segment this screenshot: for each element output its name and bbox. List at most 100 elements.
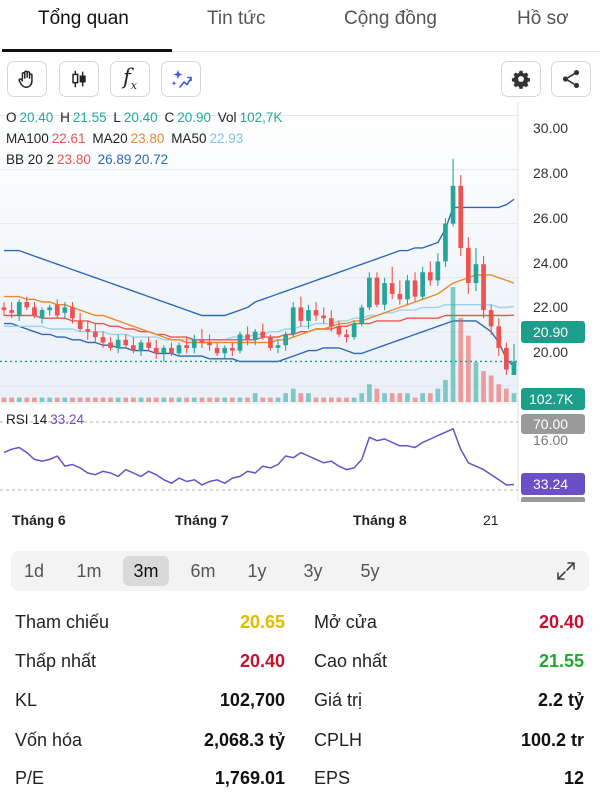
volume-bar bbox=[359, 393, 365, 402]
candle-body bbox=[93, 331, 98, 338]
tab-cong-dong[interactable]: Cộng đồng bbox=[344, 8, 437, 30]
volume-bar bbox=[473, 362, 479, 402]
stat-value-tham-chieu: 20.65 bbox=[239, 612, 285, 632]
function-icon: fx bbox=[123, 64, 137, 93]
candle-body bbox=[313, 310, 319, 316]
range-1y-button[interactable]: 1y bbox=[239, 556, 275, 586]
candle-body bbox=[230, 347, 235, 351]
ai-analysis-button[interactable] bbox=[161, 61, 201, 97]
range-5y-button[interactable]: 5y bbox=[351, 556, 389, 586]
candle-body bbox=[39, 310, 45, 319]
volume-bar bbox=[85, 397, 91, 402]
candle-body bbox=[237, 334, 243, 351]
share-button[interactable] bbox=[551, 61, 591, 97]
candle-body bbox=[283, 334, 288, 346]
stat-value-thap-nhat: 20.40 bbox=[239, 651, 285, 671]
volume-bar bbox=[488, 375, 494, 402]
volume-bar bbox=[24, 397, 30, 402]
tab-tong-quan[interactable]: Tổng quan bbox=[38, 8, 129, 30]
rsi-tick-70: 70.00 bbox=[533, 416, 568, 432]
price-chart[interactable]: 30.00 28.00 26.00 24.00 22.00 20.00 20.9… bbox=[0, 102, 600, 505]
volume-bar bbox=[146, 397, 151, 402]
month-label-august: Tháng 8 bbox=[353, 512, 407, 528]
candle-body bbox=[397, 293, 403, 300]
volume-bar bbox=[115, 397, 121, 402]
candle-body bbox=[298, 307, 304, 321]
ai-sparkle-icon bbox=[171, 70, 192, 88]
volume-bar bbox=[504, 388, 509, 402]
candle-body bbox=[382, 283, 387, 305]
volume-bar bbox=[237, 397, 243, 402]
candle-body bbox=[9, 310, 14, 313]
drawing-tool-button[interactable] bbox=[7, 61, 47, 97]
tab-ho-so[interactable]: Hồ sơ bbox=[517, 8, 569, 30]
stat-value-cao-nhat: 21.55 bbox=[538, 651, 584, 671]
price-pane-background bbox=[0, 102, 518, 402]
candle-body bbox=[359, 307, 365, 324]
price-tick: 26.00 bbox=[533, 210, 568, 226]
tab-tin-tuc[interactable]: Tin tức bbox=[207, 8, 265, 30]
stat-label-cao-nhat: Cao nhất bbox=[314, 651, 388, 671]
volume-bar bbox=[435, 388, 441, 402]
price-tick: 22.00 bbox=[533, 299, 568, 315]
stat-value-gia-tri: 2.2 tỷ bbox=[537, 690, 584, 710]
volume-bar bbox=[1, 397, 7, 402]
volume-bar bbox=[70, 397, 75, 402]
volume-bar bbox=[496, 384, 502, 402]
volume-bar bbox=[351, 397, 357, 402]
hand-icon bbox=[18, 70, 33, 88]
candle-body bbox=[161, 347, 167, 354]
candle-body bbox=[115, 339, 121, 348]
stat-label-pe: P/E bbox=[15, 768, 45, 788]
volume-bar bbox=[245, 397, 250, 402]
candle-body bbox=[481, 264, 486, 311]
gear-icon bbox=[511, 70, 530, 89]
volume-bar bbox=[329, 397, 334, 402]
rsi-30-badge-partial bbox=[521, 497, 585, 505]
volume-bar bbox=[214, 397, 220, 402]
volume-value: 102.7K bbox=[529, 391, 574, 407]
volume-bar bbox=[54, 397, 60, 402]
volume-bar bbox=[77, 397, 83, 402]
stat-value-von-hoa: 2,068.3 tỷ bbox=[203, 730, 285, 750]
candle-body bbox=[450, 185, 456, 224]
rsi-legend: RSI 14 33.24 bbox=[6, 412, 85, 427]
month-label-june: Tháng 6 bbox=[12, 512, 66, 528]
candle-body bbox=[85, 329, 91, 332]
bb-legend: BB 20 2 23.80 26.89 20.72 bbox=[6, 152, 169, 167]
candle-body bbox=[131, 345, 136, 351]
volume-bar bbox=[9, 397, 14, 402]
candle-body bbox=[77, 320, 83, 329]
indicators-button[interactable]: fx bbox=[110, 61, 150, 97]
range-3m-button[interactable]: 3m bbox=[123, 556, 169, 586]
volume-bar bbox=[252, 393, 258, 402]
volume-bar bbox=[161, 397, 167, 402]
range-1m-button[interactable]: 1m bbox=[67, 556, 111, 586]
volume-bar bbox=[47, 397, 52, 402]
candle-body bbox=[435, 261, 441, 281]
stat-label-tham-chieu: Tham chiếu bbox=[15, 612, 110, 632]
range-3y-button[interactable]: 3y bbox=[294, 556, 332, 586]
volume-bar bbox=[336, 397, 342, 402]
candle-body bbox=[374, 277, 380, 305]
candle-body bbox=[184, 345, 189, 348]
stat-label-gia-tri: Giá trị bbox=[314, 690, 363, 710]
range-1d-button[interactable]: 1d bbox=[15, 556, 53, 586]
candle-body bbox=[488, 310, 494, 327]
volume-bar bbox=[260, 397, 266, 402]
volume-bar bbox=[199, 397, 205, 402]
volume-bar bbox=[131, 397, 136, 402]
ohlc-legend: O 20.40 H 21.55 L 20.40 C 20.90 Vol 102,7K bbox=[6, 110, 283, 125]
stat-value-kl: 102,700 bbox=[219, 690, 285, 710]
chart-type-button[interactable] bbox=[59, 61, 99, 97]
stat-label-von-hoa: Vốn hóa bbox=[15, 730, 83, 750]
top-tab-bar: Tổng quan Tin tức Cộng đồng Hồ sơ bbox=[0, 0, 600, 52]
ma-legend: MA100 22.61 MA20 23.80 MA50 22.93 bbox=[6, 131, 244, 146]
volume-bar bbox=[16, 397, 22, 402]
candle-body bbox=[412, 280, 418, 297]
volume-bar bbox=[138, 397, 144, 402]
expand-icon[interactable] bbox=[555, 560, 577, 582]
range-6m-button[interactable]: 6m bbox=[181, 556, 225, 586]
stat-label-kl: KL bbox=[15, 690, 38, 710]
chart-settings-button[interactable] bbox=[501, 61, 541, 97]
